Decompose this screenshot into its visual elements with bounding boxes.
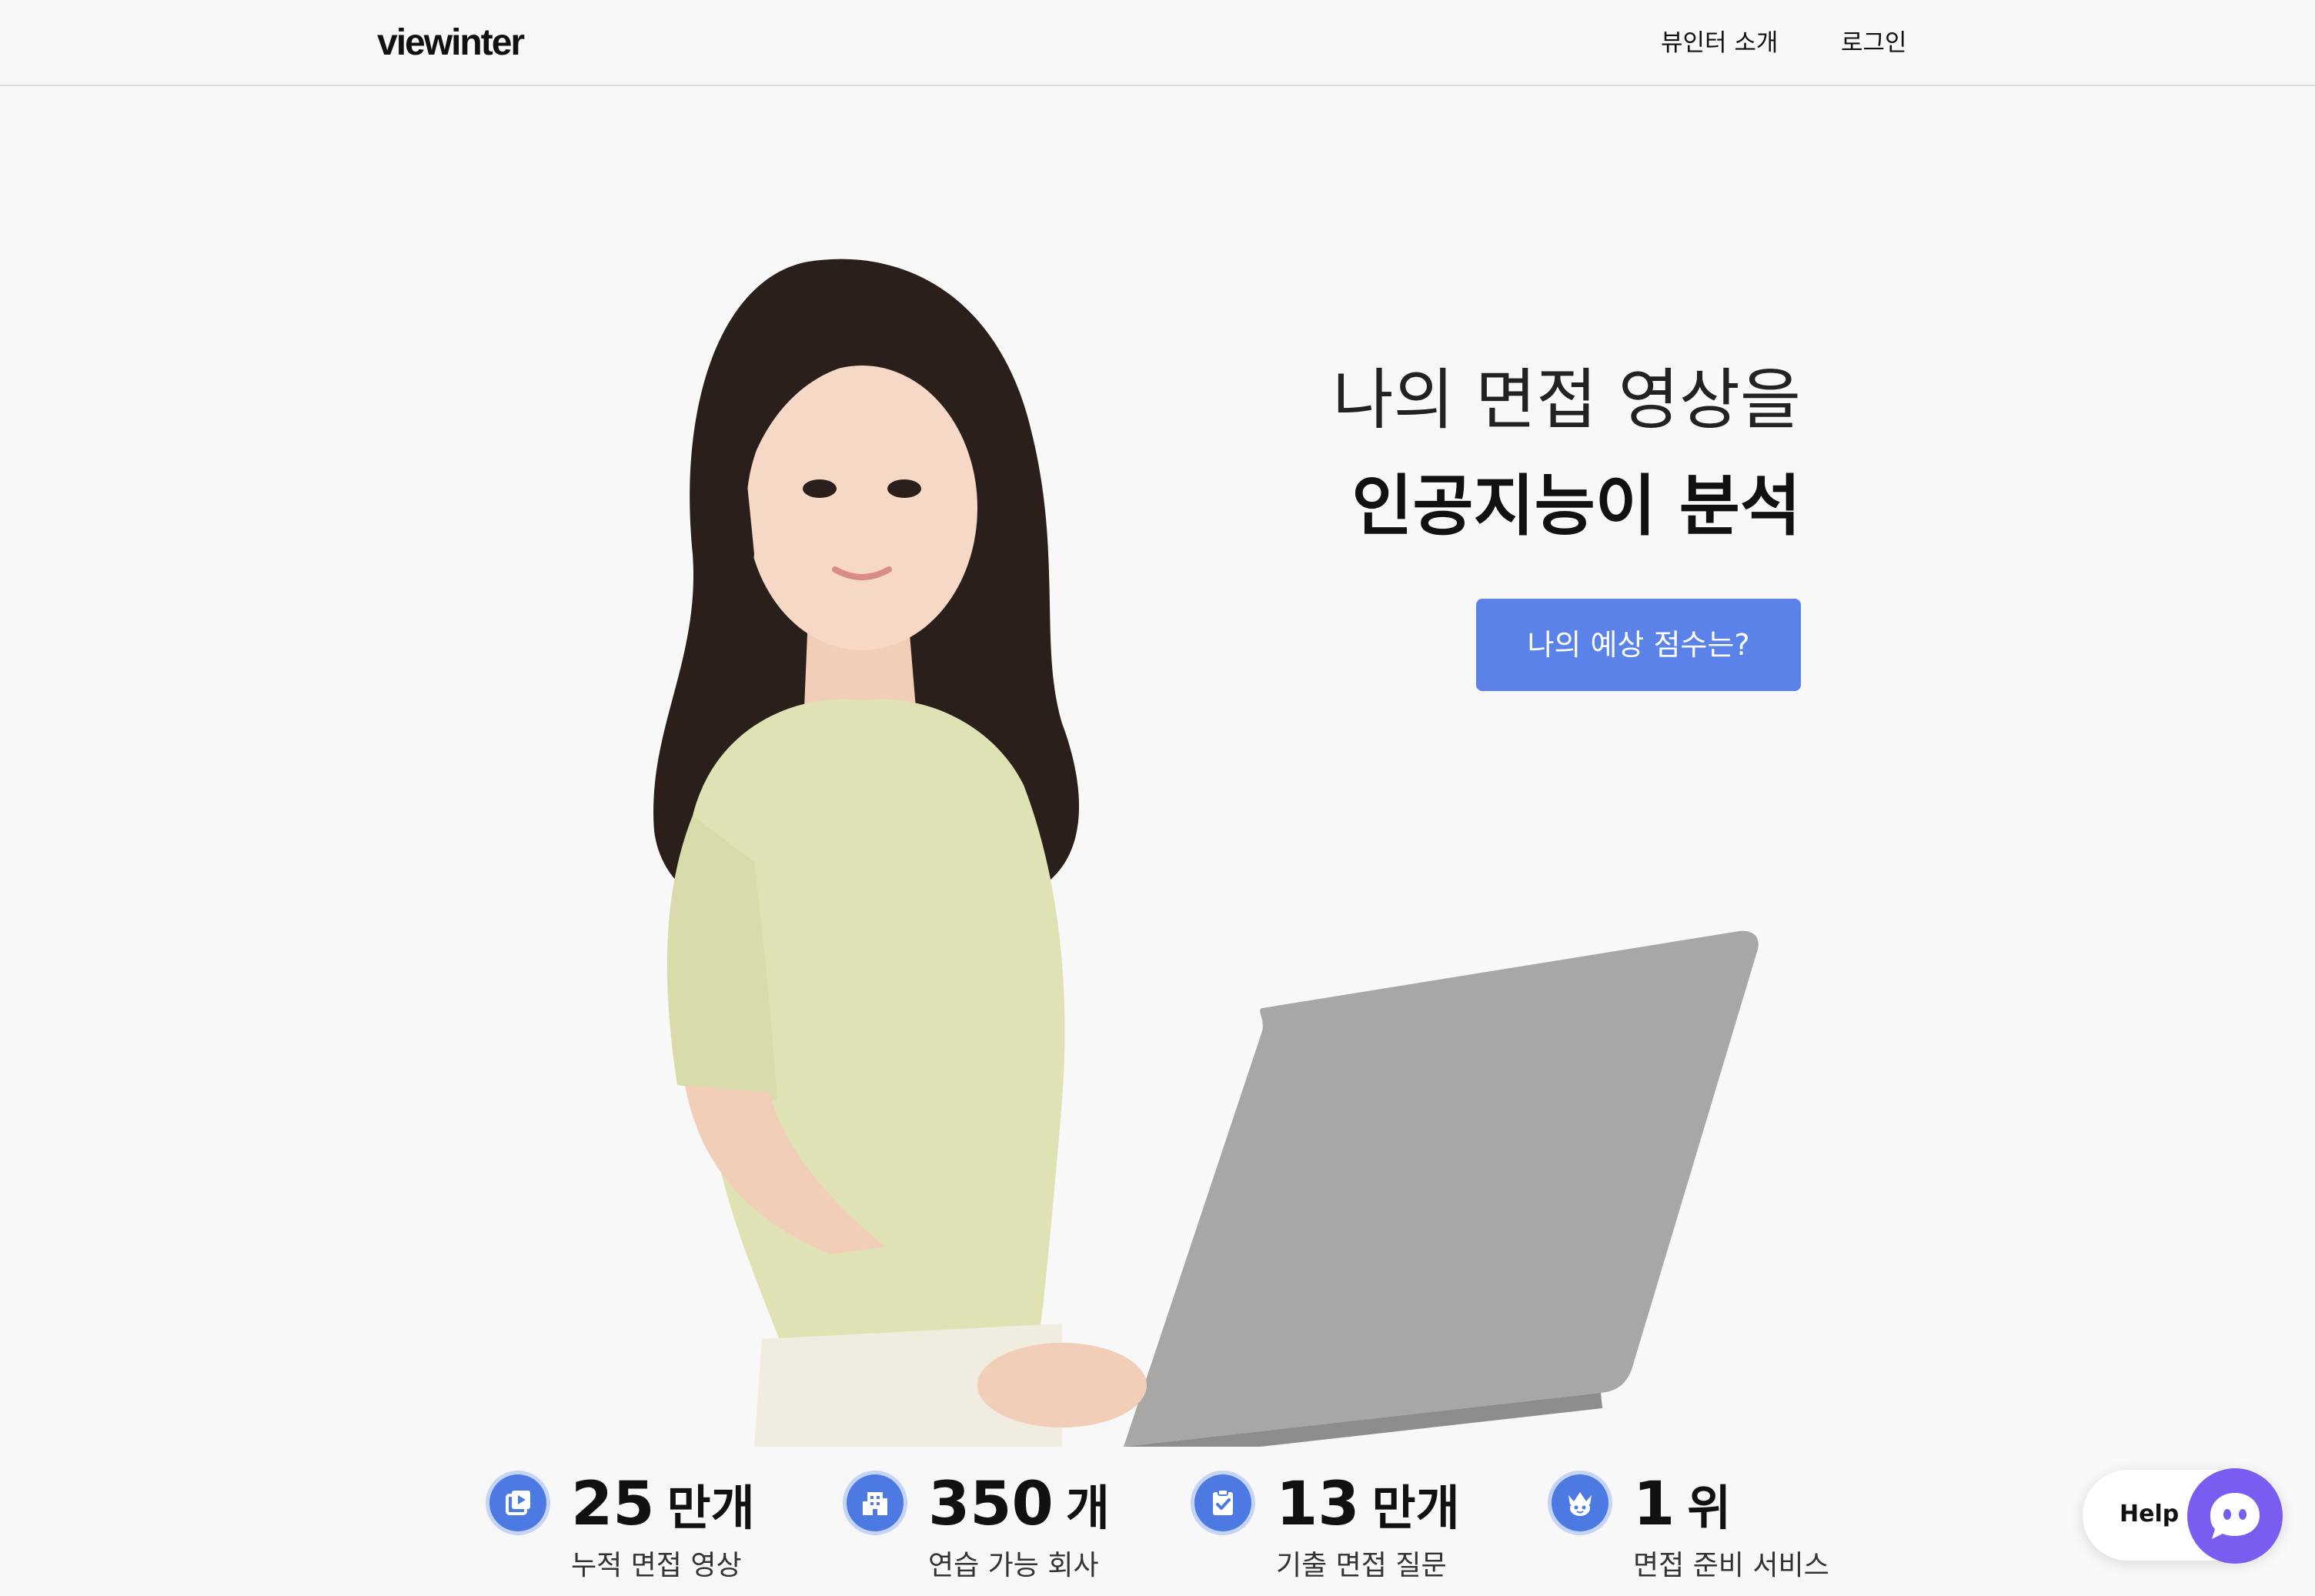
viewinter-logo[interactable]: viewinter xyxy=(377,20,525,66)
stat-value: 1위 xyxy=(1633,1470,1732,1539)
stat-value: 13 만개 xyxy=(1276,1470,1460,1539)
help-label: Help xyxy=(2120,1501,2180,1528)
nav-link-login[interactable]: 로그인 xyxy=(1841,25,1907,62)
stat-value: 350 개 xyxy=(928,1470,1110,1539)
clipboard-check-icon xyxy=(1194,1474,1251,1531)
expected-score-button[interactable]: 나의 예상 점수는? xyxy=(1476,599,1801,691)
stat-label: 누적 면접 영상 xyxy=(571,1550,742,1581)
stat-value: 25 만개 xyxy=(571,1470,755,1539)
crown-mascot-icon xyxy=(1552,1474,1608,1531)
hero-headline: 나의 면접 영상을 인공지능이 분석 xyxy=(1332,354,1801,553)
stat-label: 연습 가능 회사 xyxy=(928,1550,1099,1581)
nav-link-about[interactable]: 뷰인터 소개 xyxy=(1661,25,1778,62)
stat-label: 면접 준비 서비스 xyxy=(1633,1550,1829,1581)
stat-label: 기출 면접 질문 xyxy=(1276,1550,1447,1581)
building-icon xyxy=(847,1474,904,1531)
hero-headline-line1: 나의 면접 영상을 xyxy=(1332,362,1801,439)
hero-headline-line2: 인공지능이 분석 xyxy=(1351,468,1801,545)
video-icon xyxy=(489,1474,546,1531)
top-navigation-bar: viewinter 뷰인터 소개 로그인 xyxy=(0,0,2315,86)
chat-bubble-icon[interactable] xyxy=(2187,1468,2283,1564)
